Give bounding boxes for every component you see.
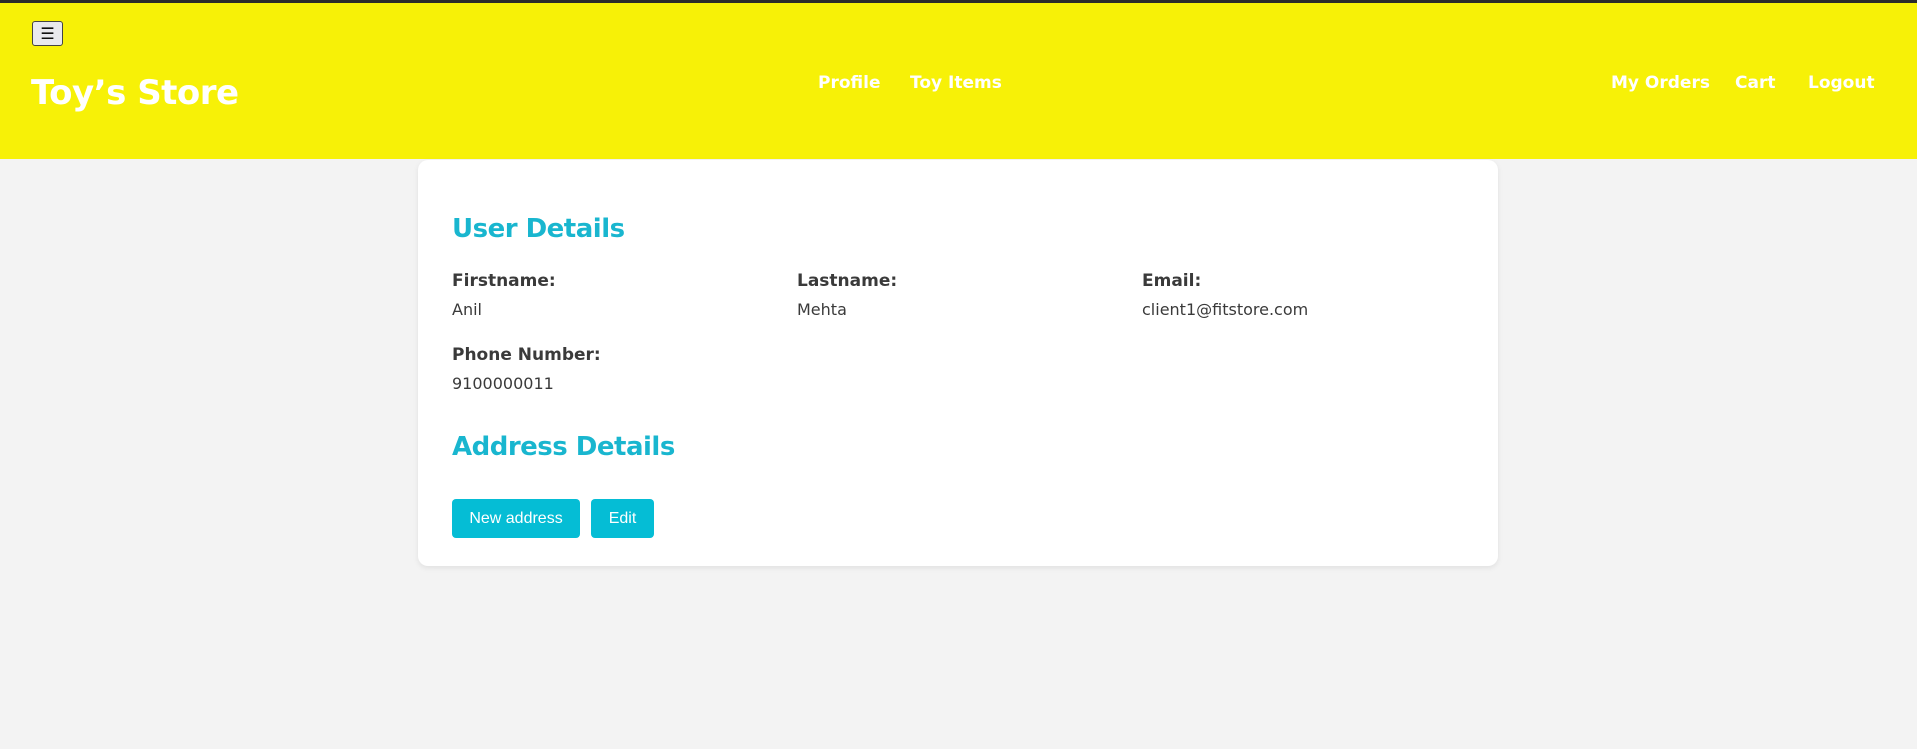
lastname-value: Mehta xyxy=(797,300,847,319)
nav-my-orders[interactable]: My Orders xyxy=(1611,73,1710,93)
nav-profile[interactable]: Profile xyxy=(818,73,880,93)
lastname-label: Lastname: xyxy=(797,271,898,291)
address-details-title: Address Details xyxy=(452,432,675,462)
hamburger-menu-icon[interactable]: ☰ xyxy=(32,21,63,46)
nav-logout[interactable]: Logout xyxy=(1808,73,1875,93)
firstname-label: Firstname: xyxy=(452,271,556,291)
phone-number-label: Phone Number: xyxy=(452,345,601,365)
brand-logo-text[interactable]: Toy’s Store xyxy=(31,73,239,113)
profile-card: User Details Firstname: Anil Lastname: M… xyxy=(418,160,1498,566)
email-label: Email: xyxy=(1142,271,1202,291)
site-header: ☰ Toy’s Store Profile Toy Items My Order… xyxy=(0,3,1917,159)
nav-toy-items[interactable]: Toy Items xyxy=(910,73,1002,93)
nav-cart[interactable]: Cart xyxy=(1735,73,1775,93)
firstname-value: Anil xyxy=(452,300,482,319)
user-details-title: User Details xyxy=(452,214,625,244)
edit-address-button[interactable]: Edit xyxy=(591,499,654,538)
new-address-button[interactable]: New address xyxy=(452,499,580,538)
email-value: client1@fitstore.com xyxy=(1142,300,1309,319)
phone-number-value: 9100000011 xyxy=(452,374,554,393)
